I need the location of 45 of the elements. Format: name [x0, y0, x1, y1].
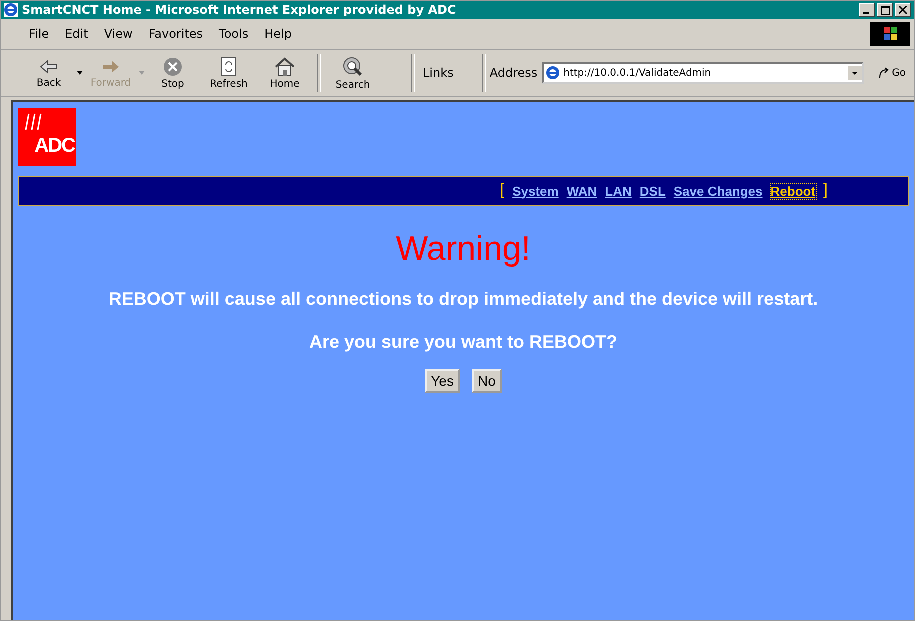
toolbar-button[interactable]: Back	[21, 58, 77, 88]
toolbar-button[interactable]: Refresh	[201, 56, 257, 90]
toolbar-button[interactable]: Search	[325, 56, 381, 90]
bracket: ]	[824, 182, 828, 200]
address-field[interactable]: http://10.0.0.1/ValidateAdmin	[542, 62, 864, 84]
home-icon	[274, 56, 296, 76]
bracket: [	[500, 182, 505, 200]
confirm-button[interactable]: No	[472, 369, 502, 393]
confirm-question: Are you sure you want to REBOOT?	[309, 332, 618, 353]
caret-icon[interactable]	[77, 71, 83, 75]
menu-item[interactable]: Favorites	[142, 25, 210, 43]
menu-item[interactable]: Edit	[59, 25, 94, 43]
maximize-icon	[880, 6, 890, 14]
nav-link[interactable]: WAN	[566, 184, 598, 198]
logo-text: ADC	[34, 135, 75, 158]
confirm-button[interactable]: Yes	[425, 369, 460, 393]
windows-logo-icon	[870, 22, 910, 46]
menu-item[interactable]: Tools	[213, 25, 255, 43]
warning-message: REBOOT will cause all connections to drop immediately and the device will restart.	[108, 289, 818, 310]
refresh-icon	[220, 56, 238, 76]
search-icon	[342, 56, 364, 78]
maximize-button[interactable]	[877, 3, 893, 17]
browser-icon	[546, 66, 560, 80]
menu-item[interactable]: File	[23, 25, 56, 43]
browser-icon	[4, 3, 18, 17]
nav-link[interactable]: LAN	[605, 184, 632, 198]
minimize-button[interactable]	[859, 3, 875, 17]
toolbar-button[interactable]: Home	[257, 56, 313, 90]
close-button[interactable]	[895, 3, 911, 17]
menu-item[interactable]: View	[98, 25, 139, 43]
nav-link[interactable]: Reboot	[770, 184, 816, 198]
stop-icon	[163, 56, 183, 76]
nav-link[interactable]: System	[512, 184, 559, 198]
address-label: Address	[490, 66, 538, 80]
nav-link[interactable]: Save Changes	[674, 184, 763, 198]
back-arrow-icon	[39, 58, 59, 76]
close-icon	[899, 6, 907, 14]
links-label[interactable]: Links	[419, 66, 478, 80]
nav-link[interactable]: DSL	[640, 184, 666, 198]
toolbar-button[interactable]: Stop	[145, 56, 201, 90]
window-title: SmartCNCT Home - Microsoft Internet Explorer provided by ADC	[22, 3, 456, 17]
go-arrow-icon	[878, 67, 890, 79]
menu-item[interactable]: Help	[258, 25, 298, 43]
warning-heading: Warning!	[396, 230, 531, 269]
go-button[interactable]: Go	[878, 67, 906, 79]
